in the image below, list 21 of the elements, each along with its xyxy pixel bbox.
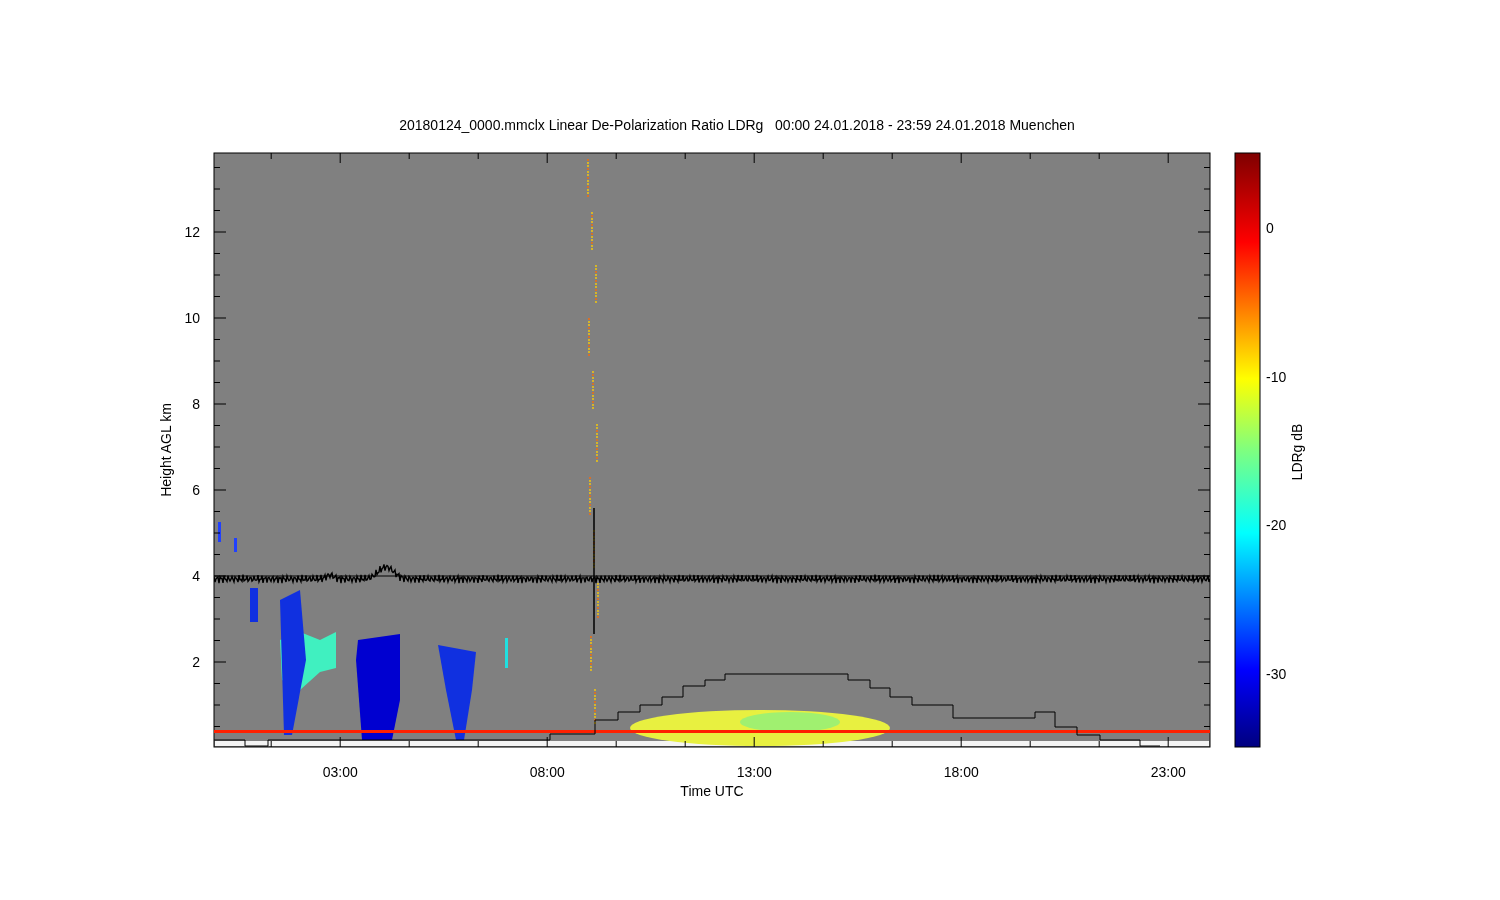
x-tick-label: 08:00	[529, 764, 565, 780]
y-axis-label: Height AGL km	[158, 403, 174, 497]
y-tick-label: 8	[192, 396, 200, 412]
y-tick-label: 4	[192, 568, 200, 584]
y-tick-label: 12	[184, 224, 200, 240]
colorbar-label: LDRg dB	[1289, 423, 1305, 481]
chart-title: 20180124_0000.mmclx Linear De-Polarization Ratio LDRg 00:00 24.01.2018 - 23:59 24.01.2018 Muenchen	[399, 117, 1075, 133]
cloud-echo	[218, 522, 237, 552]
y-tick-label: 2	[192, 654, 200, 670]
colorbar-tick-label: 0	[1266, 220, 1274, 236]
x-tick-label: 13:00	[736, 764, 772, 780]
colorbar-tick-label: -10	[1266, 368, 1287, 385]
x-tick-label: 23:00	[1150, 764, 1186, 780]
colorbar-tick-label: -20	[1266, 517, 1287, 533]
x-tick-label: 03:00	[322, 764, 358, 780]
x-axis-label: Time UTC	[680, 783, 744, 799]
cloud-echo	[505, 638, 508, 668]
x-tick-label: 18:00	[943, 764, 979, 780]
y-tick-label: 10	[184, 310, 200, 326]
colorbar-tick-label: -30	[1266, 665, 1287, 682]
y-tick-label: 6	[192, 482, 200, 498]
